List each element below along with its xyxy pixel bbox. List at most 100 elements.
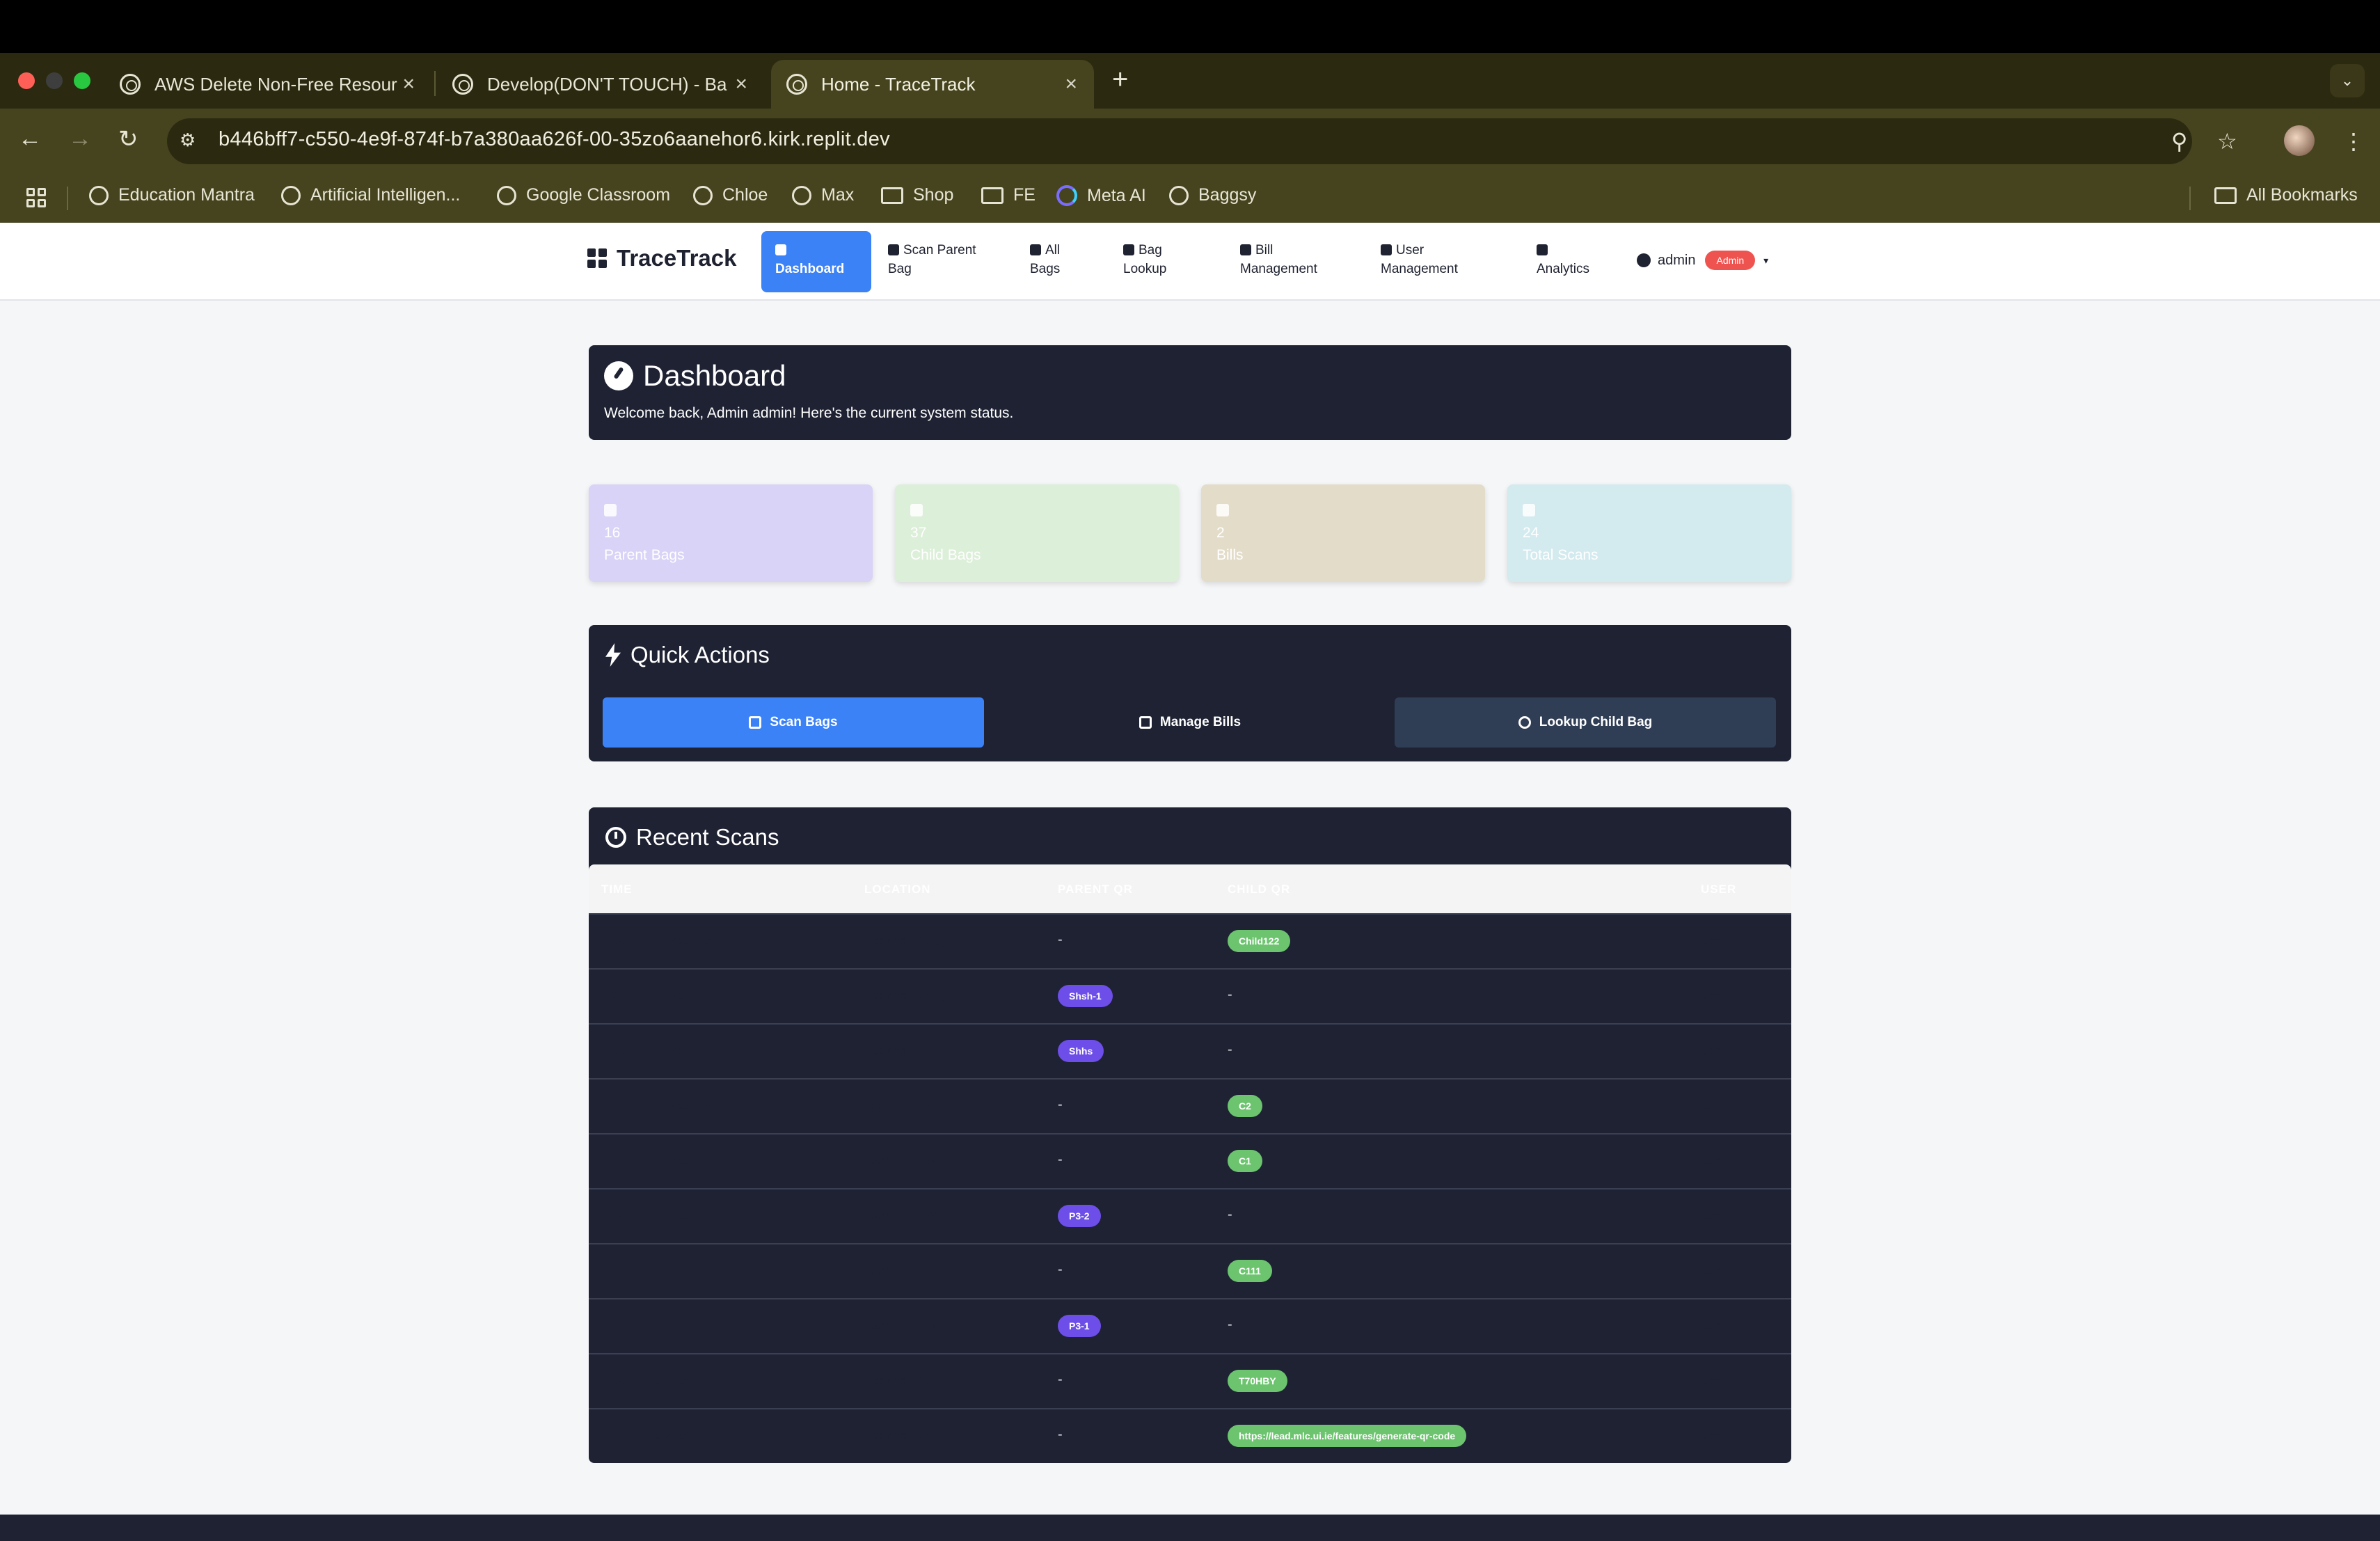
stat-label: Total Scans bbox=[1523, 547, 1598, 563]
tab-close-icon[interactable]: × bbox=[1065, 72, 1077, 96]
bookmark-item[interactable]: Chloe bbox=[693, 185, 768, 205]
bookmark-item[interactable]: Artificial Intelligen... bbox=[281, 185, 460, 205]
table-row: 2025-05-29 14:54:11 Warehouse A P3-2 - admin bbox=[589, 1188, 1791, 1243]
globe-icon bbox=[792, 185, 811, 205]
cell-time: 2025-05-15 21:37:40 bbox=[601, 1429, 711, 1442]
chart-icon bbox=[1537, 244, 1548, 255]
browser-tab-active[interactable]: Home - TraceTrack × bbox=[771, 60, 1094, 109]
cell-user: admin bbox=[1701, 1374, 1734, 1387]
file-icon bbox=[1240, 244, 1251, 255]
column-header-child-qr[interactable]: Child QR bbox=[1228, 883, 1290, 896]
tab-close-icon[interactable]: × bbox=[735, 72, 747, 96]
qrcode-icon bbox=[888, 244, 899, 255]
cell-location: Packing Facility bbox=[864, 1044, 947, 1057]
bookmark-item[interactable]: Max bbox=[792, 185, 854, 205]
tab-favicon-icon bbox=[120, 74, 141, 95]
home-icon bbox=[775, 244, 786, 255]
apps-grid-icon[interactable] bbox=[26, 188, 46, 207]
search-icon bbox=[1123, 244, 1134, 255]
parent-qr-badge: P3-1 bbox=[1058, 1315, 1101, 1337]
tab-divider bbox=[434, 71, 436, 96]
parent-qr-badge: Shhs bbox=[1058, 1040, 1104, 1062]
qrcode-icon bbox=[587, 248, 607, 268]
folder-icon bbox=[981, 187, 1003, 204]
browser-menu-icon[interactable]: ⋮ bbox=[2342, 128, 2365, 155]
back-icon[interactable]: ← bbox=[18, 125, 42, 152]
bookmark-label: Chloe bbox=[722, 185, 768, 205]
nav-all-bags[interactable]: All Bags bbox=[1030, 231, 1086, 292]
globe-icon bbox=[281, 185, 301, 205]
panel-title-text: Recent Scans bbox=[636, 824, 779, 850]
parent-qr-badge: Shsh-1 bbox=[1058, 985, 1113, 1007]
bookmark-item[interactable]: Google Classroom bbox=[497, 185, 670, 205]
cell-location: Packing Facility bbox=[864, 989, 947, 1002]
nav-scan-parent-bag[interactable]: Scan Parent Bag bbox=[888, 231, 992, 292]
nav-bag-lookup[interactable]: Bag Lookup bbox=[1123, 231, 1193, 292]
footer bbox=[0, 1515, 2380, 1541]
maximize-window-button[interactable] bbox=[74, 72, 90, 89]
file-icon bbox=[1216, 504, 1229, 516]
role-badge: Admin bbox=[1705, 251, 1756, 270]
cell-time: 2025-05-30 04:04:43 bbox=[601, 934, 711, 947]
table-row: 2025-05-17 01:34:30 Warehouse B P3-1 - admin bbox=[589, 1298, 1791, 1353]
browser-tab[interactable]: AWS Delete Non-Free Resour × bbox=[104, 60, 431, 109]
bookmark-item[interactable]: Education Mantra bbox=[89, 185, 255, 205]
history-icon bbox=[605, 827, 626, 848]
stat-value: 37 bbox=[910, 525, 927, 541]
page-title-text: Dashboard bbox=[643, 359, 786, 392]
nav-bill-management[interactable]: Bill Management bbox=[1240, 231, 1338, 292]
manage-bills-button[interactable]: Manage Bills bbox=[999, 697, 1381, 748]
gauge-icon bbox=[604, 361, 633, 390]
zoom-icon[interactable]: ⚲ bbox=[2171, 128, 2187, 155]
site-info-icon[interactable]: ⚙ bbox=[180, 129, 202, 152]
cell-user: admin bbox=[1701, 1099, 1734, 1112]
tab-favicon-icon bbox=[452, 74, 473, 95]
bookmark-item[interactable]: Meta AI bbox=[1056, 185, 1146, 206]
column-header-time[interactable]: Time bbox=[601, 883, 633, 896]
button-label: Lookup Child Bag bbox=[1539, 715, 1653, 729]
nav-user-management[interactable]: User Management bbox=[1381, 231, 1478, 292]
url-text[interactable]: b446bff7-c550-4e9f-874f-b7a380aa626f-00-… bbox=[219, 128, 890, 151]
close-window-button[interactable] bbox=[18, 72, 35, 89]
forward-icon[interactable]: → bbox=[68, 125, 92, 152]
bookmarks-divider bbox=[2189, 187, 2191, 210]
cell-time: 2025-05-30 04:04:28 bbox=[601, 989, 711, 1002]
profile-avatar[interactable] bbox=[2284, 125, 2315, 156]
stat-value: 2 bbox=[1216, 525, 1225, 541]
nav-dashboard[interactable]: Dashboard bbox=[761, 231, 871, 292]
nav-analytics[interactable]: Analytics bbox=[1537, 231, 1606, 292]
lookup-child-bag-button[interactable]: Lookup Child Bag bbox=[1395, 697, 1776, 748]
table-row: 2025-05-30 04:04:17 Packing Facility Shhs -… bbox=[589, 1023, 1791, 1078]
nav-label: User bbox=[1396, 243, 1425, 258]
bookmark-folder[interactable]: FE bbox=[981, 185, 1036, 205]
column-header-user[interactable]: User bbox=[1701, 883, 1736, 896]
scan-bags-button[interactable]: Scan Bags bbox=[603, 697, 984, 748]
child-qr-badge: T70HBY bbox=[1228, 1370, 1287, 1392]
browser-tab[interactable]: Develop(DON'T TOUCH) - Ba × bbox=[437, 60, 764, 109]
tab-close-icon[interactable]: × bbox=[402, 72, 415, 96]
minimize-window-button[interactable] bbox=[46, 72, 63, 89]
column-header-parent-qr[interactable]: Parent QR bbox=[1058, 883, 1133, 896]
column-header-location[interactable]: Location bbox=[864, 883, 931, 896]
all-bookmarks-button[interactable]: All Bookmarks bbox=[2214, 185, 2358, 205]
bookmark-label: Max bbox=[821, 185, 855, 205]
cell-location: Packing Facility bbox=[864, 1429, 947, 1442]
reload-icon[interactable]: ↻ bbox=[118, 125, 138, 153]
panel-title: Quick Actions bbox=[605, 642, 770, 668]
bookmark-folder[interactable]: Shop bbox=[881, 185, 953, 205]
nav-label: Scan Parent bbox=[903, 243, 976, 258]
new-tab-button[interactable]: + bbox=[1112, 64, 1128, 95]
table-row: 2025-05-15 21:37:56 Packing Facility - T70H… bbox=[589, 1353, 1791, 1408]
file-icon bbox=[1139, 716, 1152, 729]
cell-user: admin bbox=[1701, 934, 1734, 947]
table-row: 2025-05-30 04:04:28 Packing Facility Shsh-… bbox=[589, 968, 1791, 1023]
cell-time: 2025-05-29 14:54:33 bbox=[601, 1154, 711, 1167]
meta-ai-icon bbox=[1056, 185, 1077, 206]
tab-search-button[interactable]: ⌄ bbox=[2330, 64, 2365, 97]
bookmark-star-icon[interactable]: ☆ bbox=[2217, 128, 2237, 155]
bookmark-item[interactable]: Baggsy bbox=[1169, 185, 1256, 205]
qrcode-icon bbox=[749, 716, 762, 729]
brand-logo[interactable]: TraceTrack bbox=[587, 245, 736, 271]
user-menu[interactable]: admin Admin ▾ bbox=[1637, 251, 1768, 270]
child-qr-badge: C2 bbox=[1228, 1095, 1262, 1117]
